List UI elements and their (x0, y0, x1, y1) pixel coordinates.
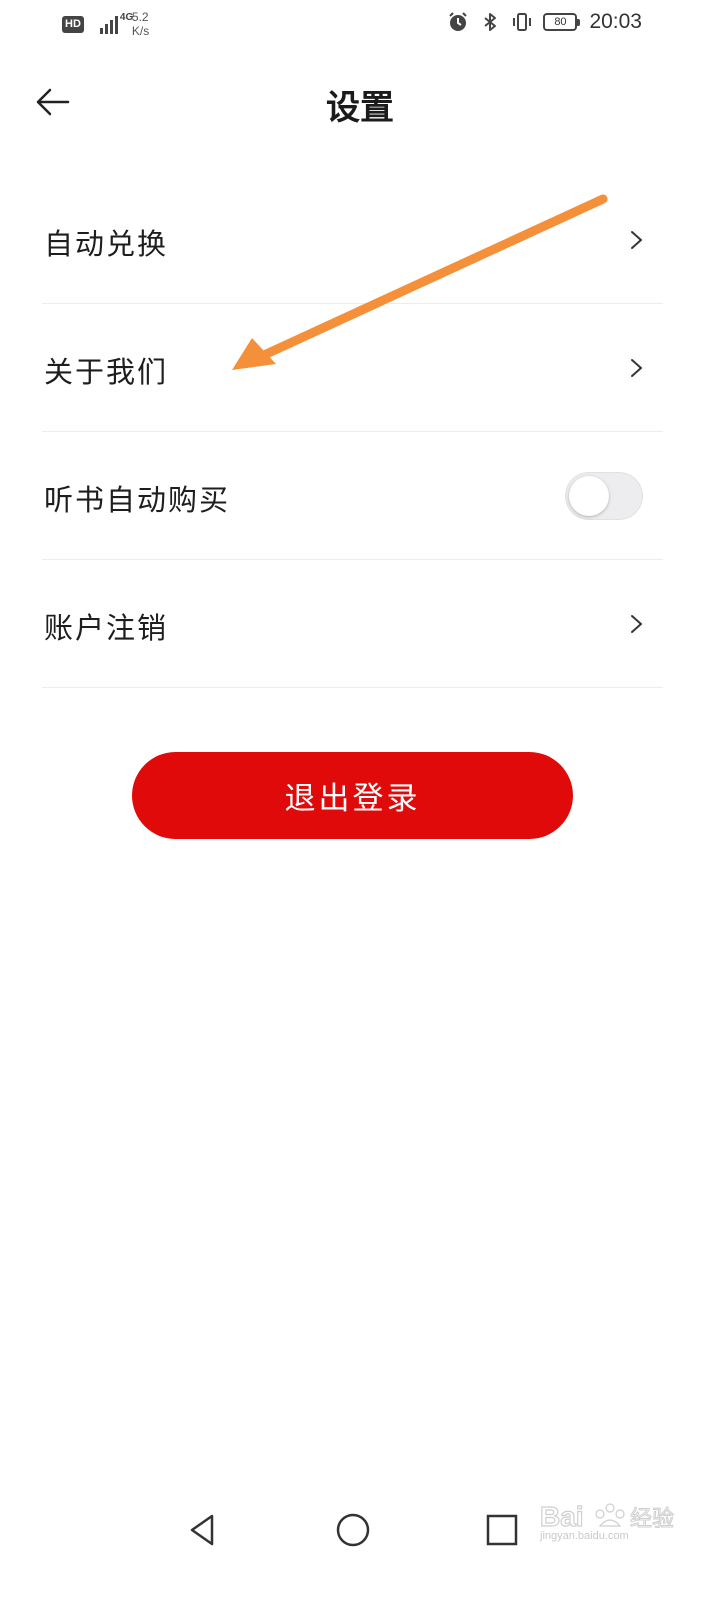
chevron-right-icon (631, 231, 642, 249)
chevron-right-icon (631, 615, 642, 633)
status-bar: HD 4G 5.2 K/s 80 20:03 (0, 0, 720, 50)
setting-auto-redeem[interactable]: 自动兑换 (42, 176, 663, 304)
status-time: 20:03 (589, 10, 642, 33)
network-speed: 5.2 K/s (132, 10, 149, 38)
setting-label: 关于我们 (44, 355, 169, 389)
signal-strength-icon (99, 14, 118, 34)
watermark-url: jingyan.baidu.com (540, 1530, 629, 1542)
status-left: HD 4G 5.2 K/s (62, 10, 149, 38)
alarm-icon (449, 12, 468, 31)
recents-square-icon[interactable] (480, 1508, 524, 1552)
signal-group: 4G (92, 12, 133, 34)
setting-label: 听书自动购买 (44, 483, 231, 517)
setting-auto-purchase-audiobook: 听书自动购买 (42, 432, 663, 560)
speed-value: 5.2 (131, 10, 149, 24)
auto-purchase-toggle[interactable] (565, 472, 643, 520)
toggle-knob (569, 476, 609, 516)
setting-account-cancellation[interactable]: 账户注销 (42, 560, 663, 688)
status-right: 80 20:03 (447, 10, 642, 34)
setting-label: 自动兑换 (44, 227, 169, 261)
svg-text:经验: 经验 (630, 1507, 674, 1532)
watermark: Bai 经验 jingyan.baidu.com (539, 1494, 680, 1554)
battery-icon: 80 (543, 13, 581, 31)
back-triangle-icon[interactable] (180, 1508, 224, 1552)
logout-button[interactable]: 退出登录 (132, 752, 573, 839)
vibrate-icon (513, 13, 532, 31)
page-title: 设置 (326, 88, 394, 128)
svg-text:Bai: Bai (540, 1501, 584, 1532)
home-circle-icon[interactable] (331, 1508, 375, 1552)
battery-level: 80 (554, 16, 567, 28)
bluetooth-icon (484, 13, 497, 31)
hd-badge: HD (62, 15, 84, 33)
baidu-paw-logo: Bai 经验 (539, 1500, 674, 1532)
chevron-right-icon (631, 359, 642, 377)
speed-unit: K/s (131, 24, 150, 38)
setting-label: 账户注销 (44, 611, 169, 645)
settings-list: 自动兑换 关于我们 听书自动购买 账户注销 (42, 176, 663, 688)
setting-about-us[interactable]: 关于我们 (42, 304, 663, 432)
network-type: 4G (119, 12, 134, 23)
